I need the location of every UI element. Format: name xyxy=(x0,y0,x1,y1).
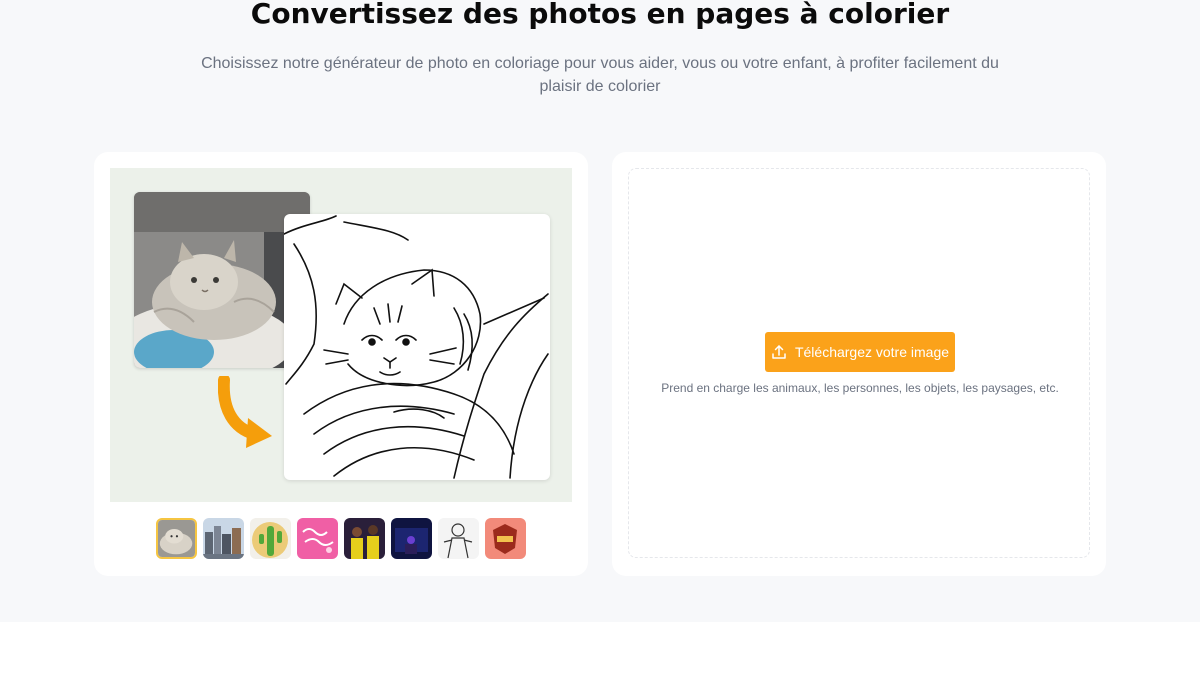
thumbnail-city-skyline[interactable] xyxy=(203,518,244,559)
thumbnail-cactus[interactable] xyxy=(250,518,291,559)
thumbnail-badge-emblem[interactable] xyxy=(485,518,526,559)
upload-card: Téléchargez votre image Prend en charge … xyxy=(612,152,1106,576)
coloring-page-result xyxy=(284,214,550,480)
thumbnail-sketch-figure[interactable] xyxy=(438,518,479,559)
example-thumbnails xyxy=(156,518,526,560)
page-subtitle: Choisissez notre générateur de photo en … xyxy=(201,55,999,95)
curved-arrow-icon xyxy=(217,374,274,450)
example-card xyxy=(94,152,588,576)
page-title: Convertissez des photos en pages à color… xyxy=(250,0,950,30)
example-preview xyxy=(110,168,572,502)
hero-section: Convertissez des photos en pages à color… xyxy=(0,0,1200,622)
thumbnail-pink-text[interactable] xyxy=(297,518,338,559)
thumbnail-people-yellow[interactable] xyxy=(344,518,385,559)
upload-image-button[interactable]: Téléchargez votre image xyxy=(765,332,955,372)
upload-dropzone[interactable]: Téléchargez votre image Prend en charge … xyxy=(628,168,1090,558)
thumbnail-cat[interactable] xyxy=(156,518,197,559)
thumbnail-night-scene[interactable] xyxy=(391,518,432,559)
upload-button-label: Téléchargez votre image xyxy=(794,344,950,360)
upload-icon xyxy=(771,344,787,360)
supported-content-note: Prend en charge les animaux, les personn… xyxy=(661,381,1059,395)
